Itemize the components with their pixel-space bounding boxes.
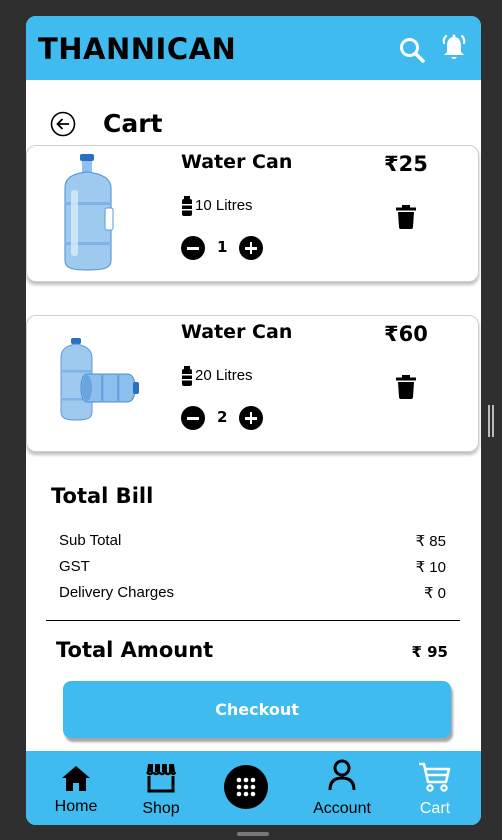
- nav-label: Account: [313, 800, 371, 817]
- nav-label: Cart: [419, 800, 451, 817]
- bill-label: GST: [59, 558, 90, 575]
- product-price: ₹25: [384, 152, 428, 176]
- bill-value: ₹ 10: [415, 559, 446, 576]
- phone-screen: THANNICAN Cart Water Can ₹25 10 Litres 1…: [26, 16, 481, 825]
- home-indicator: [237, 832, 269, 836]
- nav-home[interactable]: Home: [36, 751, 116, 825]
- bell-icon[interactable]: [439, 33, 469, 63]
- nav-account[interactable]: Account: [302, 751, 382, 825]
- product-volume: 20 Litres: [195, 367, 253, 384]
- quantity-value: 2: [217, 408, 228, 426]
- bill-label: Delivery Charges: [59, 584, 175, 601]
- water-can-image: [60, 338, 139, 421]
- bill-label: Sub Total: [59, 532, 122, 549]
- center-menu-button[interactable]: [224, 765, 268, 809]
- product-price: ₹60: [384, 322, 428, 346]
- cart-item: Water Can ₹60 20 Litres 2: [26, 315, 479, 452]
- bottle-icon: [182, 196, 192, 216]
- page-header: Cart: [26, 108, 481, 148]
- quantity-value: 1: [217, 238, 228, 256]
- product-name: Water Can: [181, 151, 293, 173]
- delete-icon[interactable]: [396, 205, 416, 229]
- account-icon: [328, 759, 356, 791]
- search-icon[interactable]: [399, 37, 425, 63]
- water-can-image: [64, 154, 114, 271]
- bill-value: ₹ 0: [423, 585, 446, 602]
- nav-shop[interactable]: Shop: [121, 751, 201, 825]
- resize-handle[interactable]: [488, 405, 494, 437]
- store-icon: [146, 764, 177, 793]
- grid-dots-icon: [236, 777, 256, 797]
- decrease-quantity-button[interactable]: [181, 406, 205, 430]
- decrease-quantity-button[interactable]: [181, 236, 205, 260]
- back-arrow-icon[interactable]: [50, 111, 76, 137]
- home-icon: [62, 766, 90, 791]
- product-name: Water Can: [181, 321, 293, 343]
- increase-quantity-button[interactable]: [239, 236, 263, 260]
- nav-label: Home: [54, 798, 98, 815]
- cart-icon: [419, 762, 451, 792]
- nav-label: Shop: [142, 800, 180, 817]
- delete-icon[interactable]: [396, 375, 416, 399]
- total-label: Total Amount: [56, 638, 214, 662]
- total-value: ₹ 95: [411, 643, 448, 661]
- app-bar: THANNICAN: [26, 16, 481, 80]
- checkout-button[interactable]: Checkout: [63, 681, 451, 738]
- bottom-nav: Home Shop Account Cart: [26, 751, 481, 825]
- increase-quantity-button[interactable]: [239, 406, 263, 430]
- page-title: Cart: [103, 109, 163, 138]
- product-volume: 10 Litres: [195, 197, 253, 214]
- bill-value: ₹ 85: [415, 533, 446, 550]
- nav-cart[interactable]: Cart: [395, 751, 475, 825]
- bill-title: Total Bill: [51, 484, 154, 508]
- cart-item: Water Can ₹25 10 Litres 1: [26, 145, 479, 282]
- divider: [46, 620, 460, 621]
- brand-title: THANNICAN: [38, 32, 237, 66]
- bottle-icon: [182, 366, 192, 386]
